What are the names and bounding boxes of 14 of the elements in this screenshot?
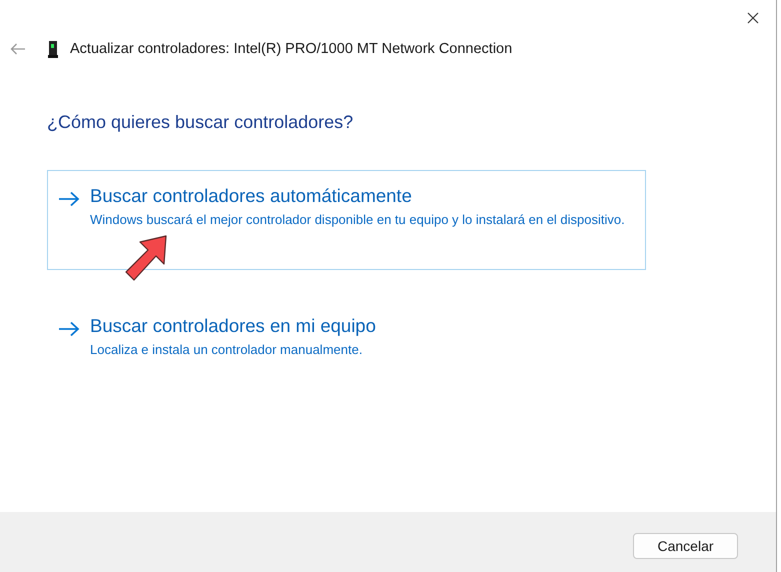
close-icon xyxy=(747,12,759,24)
arrow-right-icon xyxy=(58,321,80,337)
option-description: Localiza e instala un controlador manualmente. xyxy=(90,341,364,359)
option-title: Buscar controladores automáticamente xyxy=(90,185,413,207)
option-description: Windows buscará el mejor controlador disponible en tu equipo y lo instalará en el dispositivo. xyxy=(90,211,625,229)
arrow-right-icon xyxy=(58,191,80,207)
network-device-icon xyxy=(48,40,58,58)
window-title: Actualizar controladores: Intel(R) PRO/1000 MT Network Connection xyxy=(70,41,512,57)
cancel-button[interactable]: Cancelar xyxy=(633,533,738,559)
question-heading: ¿Cómo quieres buscar controladores? xyxy=(47,112,354,133)
option-card[interactable]: Buscar controladores automáticamente Windows buscará el mejor controlador disponible en tu equipo y lo instalará en el dispositivo. xyxy=(47,170,646,270)
option-title: Buscar controladores en mi equipo xyxy=(90,315,376,337)
option-card[interactable]: Buscar controladores en mi equipo Localiza e instala un controlador manualmente. xyxy=(47,300,646,377)
back-arrow-icon[interactable] xyxy=(10,43,26,55)
